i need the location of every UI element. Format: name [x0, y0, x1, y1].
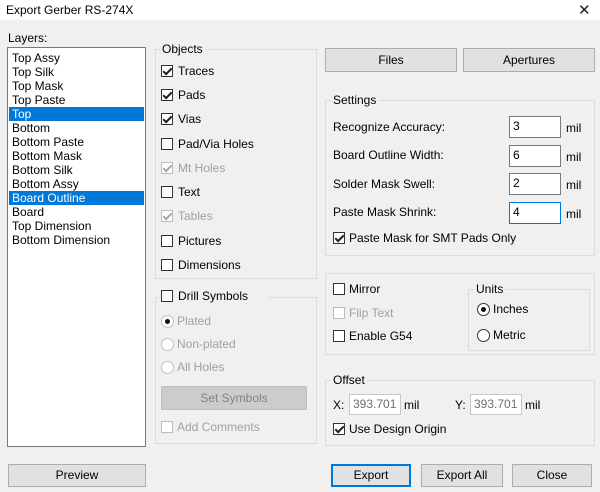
objects-label: Objects	[160, 42, 205, 56]
pads-label: Pads	[178, 88, 206, 102]
solder-mask-swell-unit: mil	[566, 178, 582, 192]
pictures-checkbox[interactable]	[161, 235, 173, 247]
recognize-accuracy-label: Recognize Accuracy:	[333, 120, 446, 134]
tables-label: Tables	[178, 209, 213, 223]
vias-checkbox[interactable]	[161, 113, 173, 125]
offset-y-input: 393.701	[470, 394, 522, 415]
pad-via-holes-checkbox[interactable]	[161, 138, 173, 150]
layer-item-top[interactable]: Top	[9, 107, 144, 121]
pads-checkbox[interactable]	[161, 89, 173, 101]
offset-y-label: Y:	[455, 398, 466, 412]
layer-item-board[interactable]: Board	[9, 205, 144, 219]
settings-label: Settings	[331, 93, 379, 107]
flip-text-label: Flip Text	[349, 306, 394, 320]
set-symbols-button: Set Symbols	[161, 386, 307, 410]
add-comments-checkbox	[161, 421, 173, 433]
preview-button[interactable]: Preview	[8, 464, 146, 487]
non-plated-label: Non-plated	[177, 337, 236, 351]
tables-checkbox	[161, 210, 173, 222]
layer-item-bottom-mask[interactable]: Bottom Mask	[9, 149, 144, 163]
close-button[interactable]: Close	[512, 464, 592, 487]
paste-mask-shrink-input[interactable]: 4	[509, 202, 561, 224]
export-button[interactable]: Export	[331, 464, 411, 487]
dimensions-label: Dimensions	[178, 258, 241, 272]
layer-item-top-mask[interactable]: Top Mask	[9, 79, 144, 93]
recognize-accuracy-input[interactable]: 3	[509, 116, 561, 138]
paste-smt-checkbox[interactable]	[333, 232, 345, 244]
units-group	[468, 289, 590, 351]
offset-x-input: 393.701	[349, 394, 401, 415]
metric-radio[interactable]	[477, 329, 490, 342]
layers-label: Layers:	[8, 31, 48, 45]
drill-symbols-checkbox[interactable]	[161, 290, 173, 302]
drill-symbols-label: Drill Symbols	[178, 289, 249, 303]
pictures-label: Pictures	[178, 234, 222, 248]
layer-item-top-silk[interactable]: Top Silk	[9, 65, 144, 79]
traces-label: Traces	[178, 64, 215, 78]
recognize-accuracy-unit: mil	[566, 121, 582, 135]
layer-item-board-outline[interactable]: Board Outline	[9, 191, 144, 205]
enable-g54-checkbox[interactable]	[333, 330, 345, 342]
board-outline-width-label: Board Outline Width:	[333, 148, 444, 162]
mt-holes-checkbox	[161, 162, 173, 174]
layer-item-top-dimension[interactable]: Top Dimension	[9, 219, 144, 233]
mt-holes-label: Mt Holes	[178, 161, 226, 175]
layer-item-bottom-paste[interactable]: Bottom Paste	[9, 135, 144, 149]
add-comments-label: Add Comments	[177, 420, 260, 434]
offset-x-unit: mil	[404, 398, 420, 412]
paste-mask-shrink-unit: mil	[566, 207, 582, 221]
layer-item-bottom[interactable]: Bottom	[9, 121, 144, 135]
window-title: Export Gerber RS-274X	[6, 3, 134, 17]
all-holes-radio	[161, 361, 174, 374]
use-design-origin-label: Use Design Origin	[349, 422, 447, 436]
plated-label: Plated	[177, 314, 212, 328]
use-design-origin-checkbox[interactable]	[333, 423, 345, 435]
plated-radio	[161, 315, 174, 328]
inches-radio[interactable]	[477, 303, 490, 316]
layer-item-bottom-assy[interactable]: Bottom Assy	[9, 177, 144, 191]
board-outline-width-unit: mil	[566, 150, 582, 164]
metric-label: Metric	[493, 328, 526, 342]
layer-item-top-paste[interactable]: Top Paste	[9, 93, 144, 107]
units-label: Units	[474, 282, 506, 296]
files-button[interactable]: Files	[325, 48, 457, 72]
offset-x-label: X:	[333, 398, 345, 412]
paste-mask-shrink-label: Paste Mask Shrink:	[333, 205, 437, 219]
paste-smt-label: Paste Mask for SMT Pads Only	[349, 231, 517, 245]
apertures-button[interactable]: Apertures	[463, 48, 595, 72]
mirror-label: Mirror	[349, 282, 381, 296]
close-icon[interactable]: ✕	[578, 1, 591, 19]
traces-checkbox[interactable]	[161, 65, 173, 77]
layer-item-bottom-dimension[interactable]: Bottom Dimension	[9, 233, 144, 247]
solder-mask-swell-input[interactable]: 2	[509, 173, 561, 195]
flip-text-checkbox	[333, 307, 345, 319]
text-label: Text	[178, 185, 201, 199]
export-all-button[interactable]: Export All	[421, 464, 503, 487]
offset-label: Offset	[331, 373, 367, 387]
non-plated-radio	[161, 338, 174, 351]
dimensions-checkbox[interactable]	[161, 259, 173, 271]
all-holes-label: All Holes	[177, 360, 225, 374]
offset-y-unit: mil	[525, 398, 541, 412]
layer-item-top-assy[interactable]: Top Assy	[9, 51, 144, 65]
enable-g54-label: Enable G54	[349, 329, 413, 343]
vias-label: Vias	[178, 112, 202, 126]
layers-listbox[interactable]: Top Assy Top Silk Top Mask Top Paste Top…	[7, 47, 146, 447]
inches-label: Inches	[493, 302, 529, 316]
pad-via-holes-label: Pad/Via Holes	[178, 137, 254, 151]
layer-item-bottom-silk[interactable]: Bottom Silk	[9, 163, 144, 177]
solder-mask-swell-label: Solder Mask Swell:	[333, 177, 436, 191]
mirror-checkbox[interactable]	[333, 283, 345, 295]
text-checkbox[interactable]	[161, 186, 173, 198]
board-outline-width-input[interactable]: 6	[509, 145, 561, 167]
